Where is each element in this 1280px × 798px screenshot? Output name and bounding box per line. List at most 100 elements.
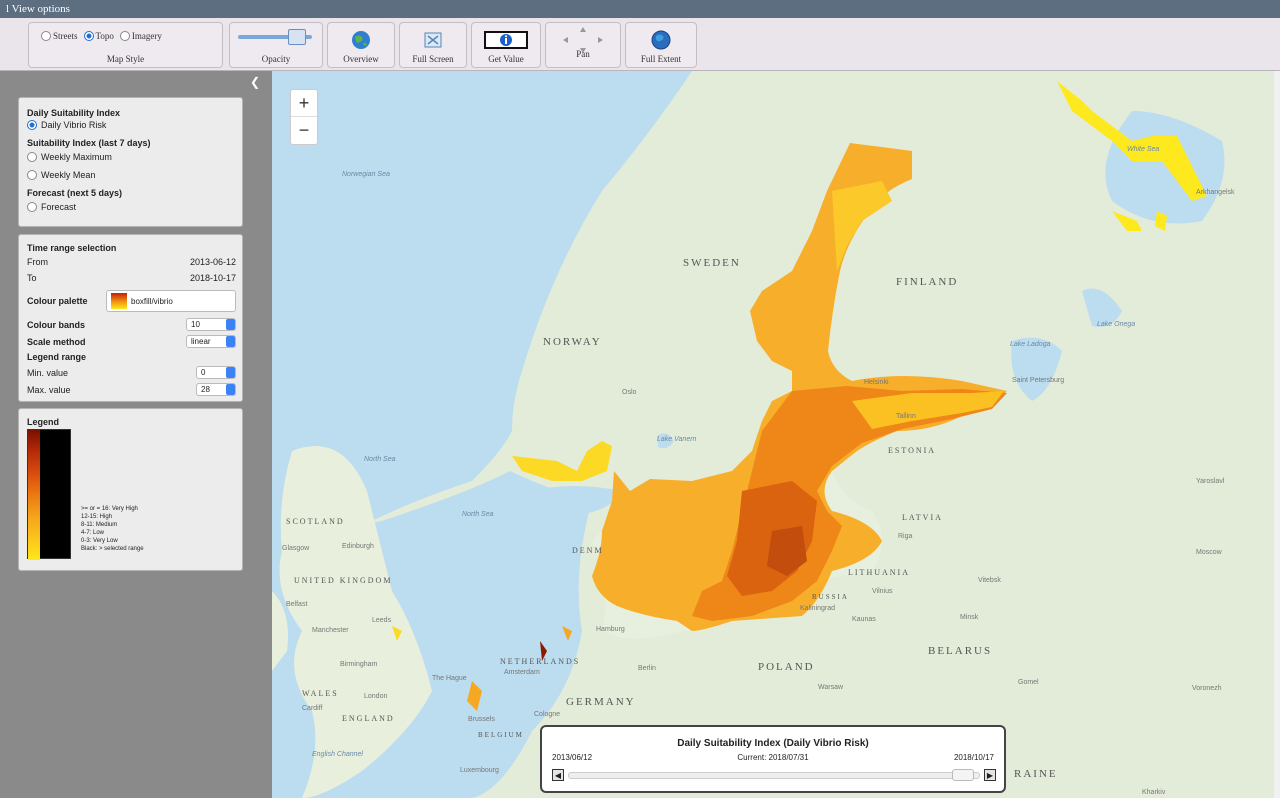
map-style-streets[interactable]: Streets [41,31,78,41]
map-label-estonia: ESTONIA [888,446,937,455]
overview-button[interactable]: Overview [327,22,395,68]
city-moscow: Moscow [1196,549,1222,556]
option-daily-vibrio-risk[interactable]: Daily Vibrio Risk [27,120,236,130]
zoom-control: + − [290,89,318,145]
legend-entry: Black: > selected range [81,546,144,552]
globe-extent-icon [651,30,671,50]
city-oslo: Oslo [622,389,637,396]
time-slider-next-button[interactable]: ▶ [984,769,996,781]
map-label-scotland: SCOTLAND [286,517,345,526]
legend-gradient [28,430,40,560]
map-label-belgium: BELGIUM [478,731,524,739]
full-extent-button[interactable]: Full Extent [625,22,697,68]
window-title: l View options [0,0,1280,18]
vibrio-overlay [392,81,1207,711]
legend-entry: 0-3: Very Low [81,538,118,544]
city-helsinki: Helsinki [864,379,889,386]
globe-icon [352,31,370,49]
map-label-russia: RUSSIA [812,593,849,601]
map-scrollbar[interactable] [1274,71,1280,798]
city-kharkiv: Kharkiv [1142,789,1166,796]
weekly-heading: Suitability Index (last 7 days) [27,138,151,148]
spinner-icon [226,367,235,378]
map-label-lake-vanern: Lake Vanern [657,436,697,443]
map-label-north-sea: North Sea [364,456,396,463]
city-cologne: Cologne [534,711,561,718]
map-label-denmark: DENM [572,546,604,555]
city-vitebsk: Vitebsk [978,577,1001,584]
legend-title: Legend [27,417,60,427]
palette-value: boxfill/vibrio [131,296,173,306]
max-value-input[interactable]: 28 [196,383,236,396]
full-screen-icon [424,32,442,48]
map-label-ukraine: RAINE [1014,768,1058,780]
colour-bands-select[interactable]: 10 [186,318,236,331]
map-label-wales: WALES [302,689,339,698]
time-slider-current: Current: 2018/07/31 [737,753,809,762]
city-kaliningrad: Kaliningrad [800,605,836,612]
option-weekly-maximum[interactable]: Weekly Maximum [27,152,236,162]
radio-selected-icon [27,120,37,130]
option-weekly-mean-label: Weekly Mean [41,170,96,180]
forecast-heading: Forecast (next 5 days) [27,188,123,198]
from-date-field[interactable]: 2013-06-12 [190,257,236,267]
zoom-out-button[interactable]: − [291,117,317,144]
spinner-icon [226,336,235,347]
get-value-label: Get Value [488,54,524,64]
option-forecast[interactable]: Forecast [27,202,236,212]
map-label-germany: GERMANY [566,696,636,708]
map-label-belarus: BELARUS [928,645,993,657]
palette-swatch-icon [111,293,127,309]
map-style-topo-label: Topo [95,31,114,41]
to-date-field[interactable]: 2018-10-17 [190,273,236,283]
palette-select[interactable]: boxfill/vibrio [106,290,236,312]
city-riga: Riga [898,533,913,540]
min-value-label: Min. value [27,367,69,378]
city-belfast: Belfast [286,601,308,608]
colour-bands-value: 10 [191,320,200,329]
map-style-imagery[interactable]: Imagery [119,31,162,41]
zoom-in-button[interactable]: + [291,90,317,117]
city-glasgow: Glasgow [282,545,310,552]
city-manchester: Manchester [312,627,349,634]
time-range-heading: Time range selection [27,243,117,253]
city-brussels: Brussels [468,716,495,723]
legend-panel: Legend >= or = 16: Very High 12-15: High… [18,408,243,571]
opacity-control: Opacity [229,22,323,68]
map-style-imagery-label: Imagery [131,31,162,41]
min-value-input[interactable]: 0 [196,366,236,379]
map-view[interactable]: + − SWEDEN FINLAND NORWAY ESTONIA LATVIA… [272,71,1280,798]
map-label-lake-onega: Lake Onega [1097,321,1136,328]
get-value-button[interactable]: Get Value [471,22,541,68]
legend-entries: >= or = 16: Very High 12-15: High 8-11: … [81,505,144,553]
toolbar: Streets Topo Imagery Map Style Opacity O… [0,18,1280,71]
collapse-sidebar-icon[interactable]: ❮ [250,75,260,89]
map-style-topo[interactable]: Topo [83,31,114,41]
time-slider-track[interactable] [568,772,980,779]
legend-entry: >= or = 16: Very High [81,506,138,512]
map-label-norway: NORWAY [543,336,602,348]
city-birmingham: Birmingham [340,661,378,668]
legend-colorbar [27,429,71,560]
legend-entry: 12-15: High [81,514,113,520]
scale-method-select[interactable]: linear [186,335,236,348]
scale-method-label: Scale method [27,336,86,347]
city-hamburg: Hamburg [596,626,625,633]
map-label-united-kingdom: UNITED KINGDOM [294,576,393,585]
scale-method-value: linear [191,337,211,346]
city-warsaw: Warsaw [818,684,844,691]
opacity-slider-handle[interactable] [288,29,306,45]
from-label: From [27,257,48,267]
pan-button[interactable]: Pan [545,22,621,68]
time-slider-prev-button[interactable]: ◀ [552,769,564,781]
city-gomel: Gomel [1018,679,1039,686]
city-yaroslavl: Yaroslavl [1196,478,1225,485]
max-value-label: Max. value [27,384,71,395]
full-screen-button[interactable]: Full Screen [399,22,467,68]
map-label-norwegian-sea: Norwegian Sea [342,171,390,178]
radio-icon [41,31,51,41]
option-weekly-max-label: Weekly Maximum [41,152,112,162]
option-weekly-mean[interactable]: Weekly Mean [27,170,236,180]
map-label-white-sea: White Sea [1127,146,1160,153]
time-slider-handle[interactable] [952,769,974,781]
